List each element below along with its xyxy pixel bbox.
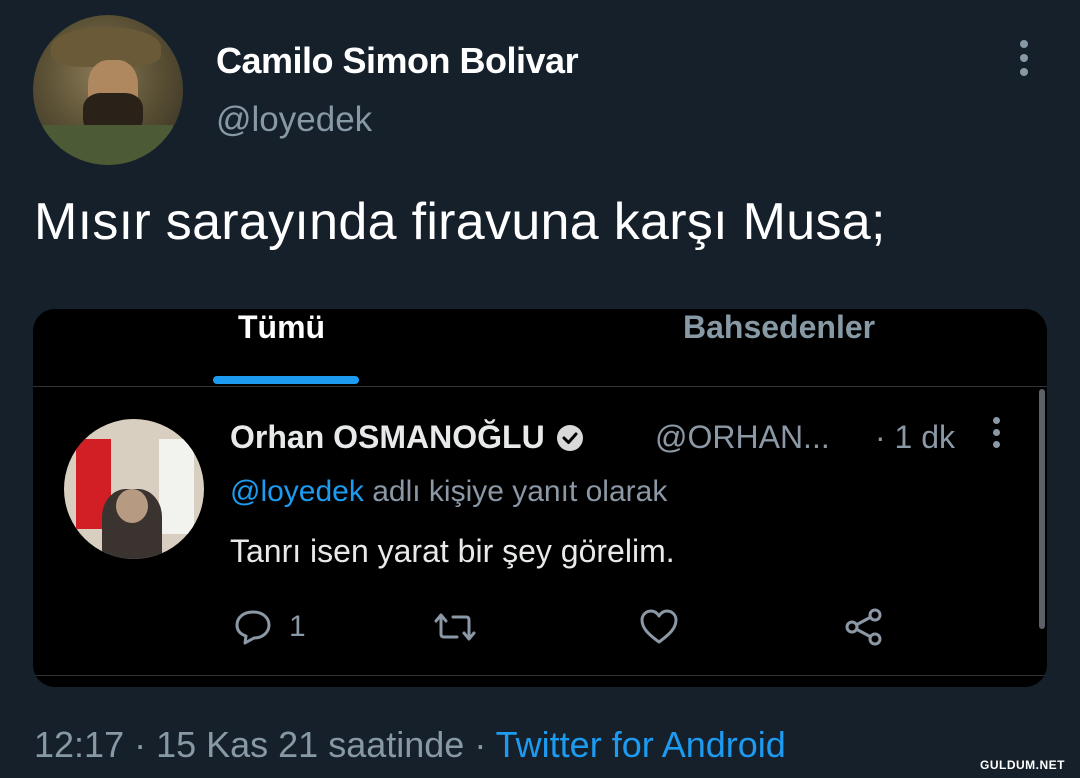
embedded-screenshot-card: Tümü Bahsedenler Orhan OSMANOĞLU @ORHAN.… bbox=[33, 309, 1047, 687]
reply-action[interactable]: 1 bbox=[233, 607, 306, 647]
retweet-icon[interactable] bbox=[433, 608, 477, 646]
reply-author-avatar[interactable] bbox=[64, 419, 204, 559]
reply-to-mention[interactable]: @loyedek bbox=[230, 475, 364, 508]
like-icon[interactable] bbox=[638, 608, 680, 646]
active-tab-indicator bbox=[213, 376, 359, 384]
reply-icon[interactable] bbox=[233, 608, 273, 646]
retweet-action[interactable] bbox=[433, 607, 477, 647]
reply-to-suffix: adlı kişiye yanıt olarak bbox=[363, 475, 668, 508]
verified-badge-icon bbox=[555, 423, 585, 453]
tab-mentions[interactable]: Bahsedenler bbox=[683, 309, 875, 346]
author-avatar[interactable] bbox=[33, 15, 183, 165]
site-watermark: GULDUM.NET bbox=[980, 758, 1065, 772]
scrollbar[interactable] bbox=[1039, 389, 1045, 629]
share-icon[interactable] bbox=[843, 607, 885, 647]
reply-text: Tanrı isen yarat bir şey görelim. bbox=[230, 533, 675, 569]
reply-timestamp[interactable]: · 1 dk bbox=[875, 419, 955, 456]
reply-author-name[interactable]: Orhan OSMANOĞLU bbox=[230, 419, 545, 456]
reply-more-options-icon[interactable] bbox=[989, 417, 1003, 457]
more-options-icon[interactable] bbox=[1012, 40, 1036, 80]
share-action[interactable] bbox=[843, 607, 885, 647]
author-handle[interactable]: @loyedek bbox=[216, 100, 372, 140]
tweet-text: Mısır sarayında firavuna karşı Musa; bbox=[34, 193, 886, 251]
reply-author-handle[interactable]: @ORHAN... bbox=[655, 419, 830, 456]
tab-divider bbox=[33, 386, 1047, 387]
tweet-source-link[interactable]: Twitter for Android bbox=[496, 724, 786, 765]
author-display-name[interactable]: Camilo Simon Bolivar bbox=[216, 40, 579, 82]
tweet-footer: 12:17 · 15 Kas 21 saatinde · Twitter for… bbox=[34, 724, 786, 766]
card-divider bbox=[33, 675, 1047, 676]
tab-all[interactable]: Tümü bbox=[238, 309, 325, 346]
reply-to-line: @loyedek adlı kişiye yanıt olarak bbox=[230, 475, 667, 509]
tweet-timestamp[interactable]: 12:17 · 15 Kas 21 saatinde · bbox=[34, 724, 486, 765]
like-action[interactable] bbox=[638, 607, 680, 647]
reply-author-name-row[interactable]: Orhan OSMANOĞLU bbox=[230, 419, 585, 456]
reply-count: 1 bbox=[289, 610, 306, 643]
